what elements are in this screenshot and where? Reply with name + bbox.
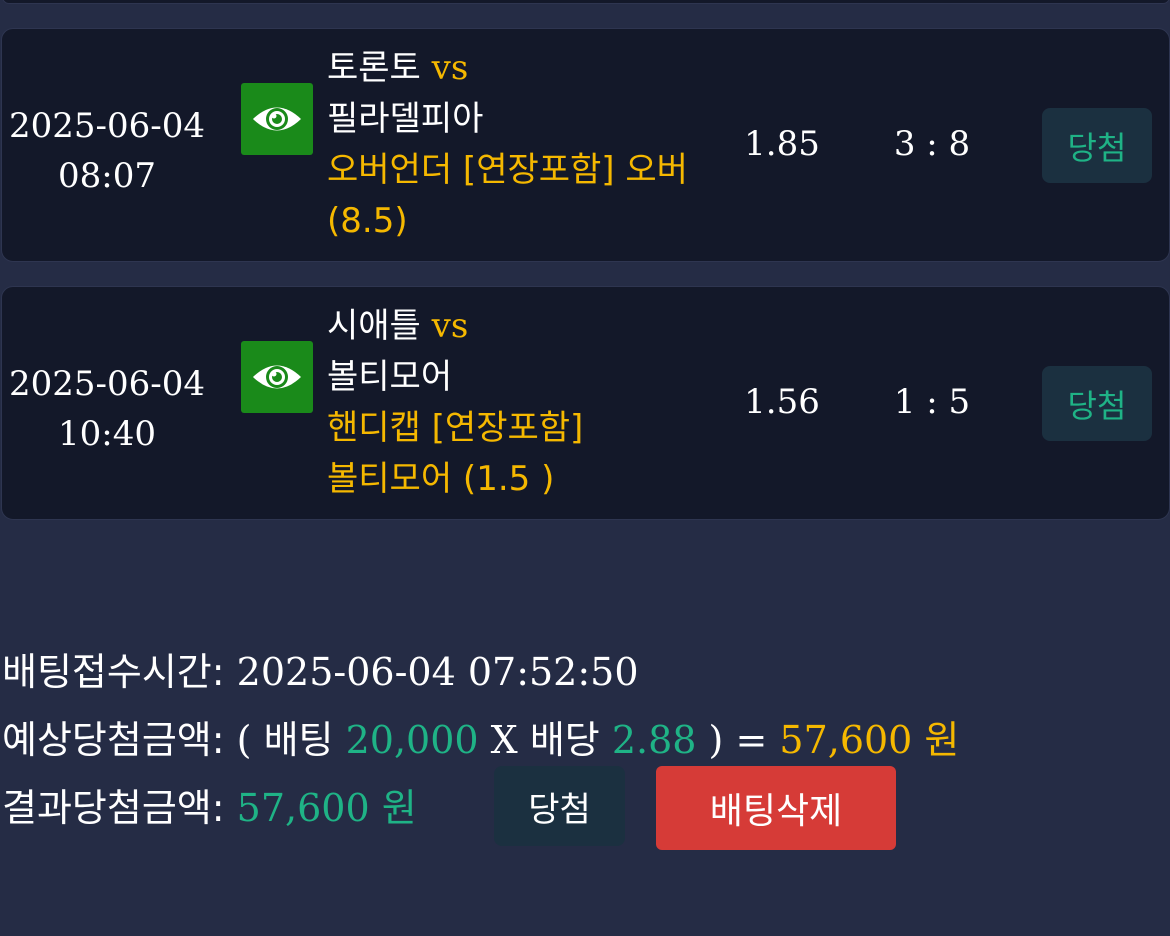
expected-payout-line: 예상당첨금액: ( 배팅 20,000 X 배당 2.88 ) = 57,600… <box>2 706 959 774</box>
times-sign: X <box>490 718 518 762</box>
vs-label: vs <box>431 306 469 346</box>
result-label: 결과당첨금액: <box>2 786 225 830</box>
result-amount: 57,600 원 <box>236 786 417 830</box>
bet-pick: 오버언더 [연장포함] 오버 (8.5) <box>327 150 688 241</box>
bet-datetime: 2025-06-04 10:40 <box>2 359 212 459</box>
match-info: 시애틀 vs 볼티모어 핸디캡 [연장포함] 볼티모어 (1.5 ) <box>327 301 707 505</box>
bet-datetime: 2025-06-04 08:07 <box>2 101 212 201</box>
bet-time: 08:07 <box>58 156 156 196</box>
expected-label: 예상당첨금액: <box>2 718 225 762</box>
odds-word: 배당 <box>529 718 600 762</box>
status-badge: 당첨 <box>1042 108 1152 183</box>
previous-bet-card-edge <box>2 0 1170 4</box>
bet-time-value: 2025-06-04 07:52:50 <box>236 650 639 694</box>
bet-row: 2025-06-04 10:40 시애틀 vs 볼티모어 핸디캡 [연장포함] … <box>1 286 1170 520</box>
result-status-button[interactable]: 당첨 <box>494 766 625 846</box>
bet-pick-line-1: 핸디캡 [연장포함] <box>327 408 584 448</box>
bet-pick-line-2: 볼티모어 (1.5 ) <box>327 459 555 499</box>
home-team: 시애틀 <box>327 306 421 346</box>
bet-date: 2025-06-04 <box>8 106 206 146</box>
eye-icon <box>253 365 301 389</box>
bet-amount: 20,000 <box>345 718 479 762</box>
bet-time-label: 배팅접수시간: <box>2 650 225 694</box>
view-detail-button[interactable] <box>241 341 313 413</box>
match-score: 1 : 5 <box>893 382 971 422</box>
bet-odds: 1.85 <box>744 124 820 164</box>
match-score: 3 : 8 <box>893 124 971 164</box>
bet-odds: 1.56 <box>744 382 820 422</box>
expected-open-paren: ( <box>236 718 252 762</box>
expected-amount: 57,600 원 <box>779 718 960 762</box>
expected-close-paren: ) = <box>708 718 768 762</box>
view-detail-button[interactable] <box>241 83 313 155</box>
match-info: 토론토 vs 필라델피아 오버언더 [연장포함] 오버 (8.5) <box>327 43 707 247</box>
status-badge: 당첨 <box>1042 366 1152 441</box>
eye-icon <box>253 107 301 131</box>
vs-label: vs <box>431 48 469 88</box>
bet-date: 2025-06-04 <box>8 364 206 404</box>
bet-time: 10:40 <box>58 414 156 454</box>
away-team: 볼티모어 <box>327 357 453 397</box>
total-odds: 2.88 <box>611 718 697 762</box>
home-team: 토론토 <box>327 48 421 88</box>
bet-time-line: 배팅접수시간: 2025-06-04 07:52:50 <box>2 638 959 706</box>
delete-bet-button[interactable]: 배팅삭제 <box>656 766 896 850</box>
bet-row: 2025-06-04 08:07 토론토 vs 필라델피아 오버언더 [연장포함… <box>1 28 1170 262</box>
bet-word: 배팅 <box>263 718 334 762</box>
away-team: 필라델피아 <box>327 99 484 139</box>
